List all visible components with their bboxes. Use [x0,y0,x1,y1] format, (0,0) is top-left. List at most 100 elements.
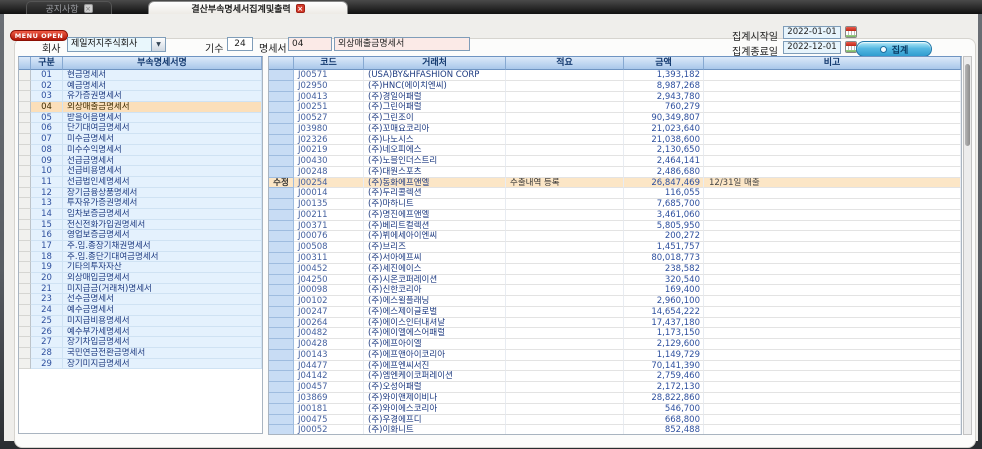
statement-code-cell: 24 [31,305,63,316]
table-row[interactable]: J02950(주)HNC(에이치엔씨)8,987,268 [269,81,961,92]
statement-type-row[interactable]: 23선수금명세서 [19,294,262,305]
statement-type-row[interactable]: 26예수부가세명세서 [19,327,262,338]
table-row[interactable]: J03869(주)와이앤제이비나28,822,860 [269,393,961,404]
statement-type-row[interactable]: 07미수금명세서 [19,134,262,145]
close-icon[interactable]: × [296,4,305,13]
table-row[interactable]: J00251(주)그린어패럴760,279 [269,102,961,113]
table-row[interactable]: J00181(주)와이에스코리아546,700 [269,404,961,415]
statement-type-row[interactable]: 29장기미지급명세서 [19,359,262,370]
client-code-cell: J00428 [294,339,364,350]
table-row[interactable]: J00143(주)에프앤아이코리아1,149,729 [269,350,961,361]
table-row[interactable]: J00311(주)서아에프씨80,018,773 [269,253,961,264]
statement-code-cell: 26 [31,327,63,338]
table-row[interactable]: J00211(주)명진에프앤엘3,461,060 [269,210,961,221]
table-row[interactable]: J00508(주)브리즈1,451,757 [269,242,961,253]
statement-type-row[interactable]: 16영업보증금명세서 [19,230,262,241]
statement-type-row[interactable]: 19기타의투자자산 [19,262,262,273]
table-row[interactable]: J00076(주)뷔에세아이엔씨200,272 [269,231,961,242]
statement-type-row[interactable]: 18주.임.종단기대여금명세서 [19,252,262,263]
table-row[interactable]: 수정J00254(주)동화에프앤엘수출내역 등록26,847,46912/31일… [269,178,961,189]
statement-type-row[interactable]: 08미수수익명세서 [19,145,262,156]
amount-cell: 2,486,680 [624,167,704,178]
period-input[interactable]: 24 [227,37,253,51]
statement-type-row[interactable]: 04외상매출금명세서 [19,102,262,113]
table-row[interactable]: J00430(주)노블인더스트리2,464,141 [269,156,961,167]
statement-type-row[interactable]: 17주.임.종장기채권명세서 [19,241,262,252]
aggregate-button[interactable]: 집계 [856,41,932,57]
row-selector-cell [19,230,31,241]
statement-type-row[interactable]: 21미지급금(거래처)명세서 [19,284,262,295]
company-select[interactable]: 제일저지주식회사 ▼ [67,37,166,52]
statement-type-row[interactable]: 06단기대여금명세서 [19,123,262,134]
table-row[interactable]: J00098(주)신한코리아169,400 [269,285,961,296]
table-row[interactable]: J00052(주)이화니트852,488 [269,425,961,435]
vertical-scrollbar[interactable] [963,56,972,435]
row-flag-cell [269,371,294,382]
statement-type-row[interactable]: 05받을어음명세서 [19,113,262,124]
statement-type-row[interactable]: 24예수금명세서 [19,305,262,316]
table-row[interactable]: J00527(주)그린조이90,349,807 [269,113,961,124]
statement-name-cell: 주.임.종장기채권명세서 [63,241,262,252]
aggregate-button-icon [880,46,887,53]
close-icon[interactable]: × [84,4,93,13]
statement-type-row[interactable]: 15전신전화가입권명세서 [19,220,262,231]
client-name-cell: (주)HNC(에이치엔씨) [364,81,506,92]
table-row[interactable]: J00428(주)에프아이엘2,129,600 [269,339,961,350]
table-row[interactable]: J00413(주)경일어패럴2,943,780 [269,92,961,103]
table-row[interactable]: J00247(주)에스제이글로벌14,654,222 [269,307,961,318]
table-row[interactable]: J00571(USA)BY&HFASHION CORP1,393,182 [269,70,961,81]
table-row[interactable]: J04477(주)에프엔씨서진70,141,390 [269,361,961,372]
table-row[interactable]: J04250(주)시온코퍼레이션320,540 [269,275,961,286]
amount-cell: 2,129,600 [624,339,704,350]
amount-cell: 200,272 [624,231,704,242]
table-row[interactable]: J00264(주)에이스인터내셔날17,437,180 [269,318,961,329]
note-cell [704,242,961,253]
row-flag-cell [269,318,294,329]
table-row[interactable]: J02326(주)나노시스21,038,600 [269,135,961,146]
statement-type-row[interactable]: 20외상매입금명세서 [19,273,262,284]
statement-type-row[interactable]: 27장기차입금명세서 [19,337,262,348]
row-flag-cell [269,242,294,253]
statement-type-row[interactable]: 25미지급비용명세서 [19,316,262,327]
statement-code-cell: 08 [31,145,63,156]
statement-type-row[interactable]: 13투자유가증권명세서 [19,198,262,209]
table-row[interactable]: J00135(주)마하니트7,685,700 [269,199,961,210]
tab-statement-aggregation[interactable]: 결산부속명세서집계및출력 × [148,1,348,14]
table-row[interactable]: J00371(주)베리트컬렉션5,805,950 [269,221,961,232]
row-flag-cell [269,275,294,286]
note-cell [704,135,961,146]
statement-type-row[interactable]: 02예금명세서 [19,81,262,92]
table-row[interactable]: J00102(주)에스윌플래닝2,960,100 [269,296,961,307]
statement-type-row[interactable]: 28국민연금전환금명세서 [19,348,262,359]
table-row[interactable]: J00219(주)네오피에스2,130,650 [269,145,961,156]
end-date-input[interactable]: 2022-12-01 [783,41,841,54]
table-row[interactable]: J00014(주)두리콜렉션116,055 [269,188,961,199]
description-cell [506,404,624,415]
scrollbar-thumb[interactable] [965,64,970,146]
table-row[interactable]: J00452(주)세진에이스238,582 [269,264,961,275]
statement-type-row[interactable]: 09선급금명세서 [19,156,262,167]
client-name-cell: (주)그린어패럴 [364,102,506,113]
note-cell [704,210,961,221]
app-window: 공지사항 × 결산부속명세서집계및출력 × MENU OPEN 회사 제일저지주… [0,0,982,449]
table-row[interactable]: J00482(주)에이엘에스어패럴1,173,150 [269,328,961,339]
statement-type-row[interactable]: 12장기금융상품명세서 [19,188,262,199]
statement-type-row[interactable]: 14임차보증금명세서 [19,209,262,220]
table-row[interactable]: J04142(주)엠엔케이코퍼레이션2,759,460 [269,371,961,382]
table-row[interactable]: J00248(주)대원스포츠2,486,680 [269,167,961,178]
table-row[interactable]: J03980(주)꼬매요코리아21,023,640 [269,124,961,135]
tab-notice[interactable]: 공지사항 × [26,1,112,14]
statement-name-input[interactable]: 외상매출금명세서 [334,37,470,51]
client-code-cell: J00527 [294,113,364,124]
client-code-cell: J00098 [294,285,364,296]
statement-type-row[interactable]: 11선급법인세명세서 [19,177,262,188]
statement-code-input[interactable]: 04 [288,37,332,51]
statement-type-row[interactable]: 03유가증권명세서 [19,91,262,102]
start-date-input[interactable]: 2022-01-01 [783,26,841,39]
calendar-icon[interactable] [845,26,857,38]
table-row[interactable]: J00457(주)오성어패럴2,172,130 [269,382,961,393]
statement-type-row[interactable]: 10선급비용명세서 [19,166,262,177]
table-row[interactable]: J00475(주)우경에프디668,800 [269,415,961,426]
statement-type-row[interactable]: 01현금명세서 [19,70,262,81]
statement-name-cell: 임차보증금명세서 [63,209,262,220]
